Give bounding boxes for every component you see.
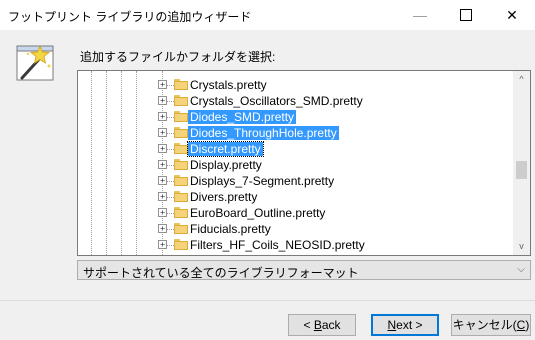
expand-plus-icon[interactable]: + xyxy=(158,176,167,185)
back-button-mnemonic: B xyxy=(313,318,322,332)
tree-item[interactable]: + Crystals.pretty xyxy=(78,77,511,93)
tree-item[interactable]: + Fiducials.pretty xyxy=(78,221,511,237)
scroll-up-arrow[interactable]: ^ xyxy=(513,71,530,88)
next-button[interactable]: Next > xyxy=(371,314,439,336)
tree-item-label[interactable]: Filters_HF_Coils_NEOSID.pretty xyxy=(188,238,367,252)
tree-item-label[interactable]: Discret.pretty xyxy=(187,141,264,157)
cancel-button[interactable]: キャンセル(C) xyxy=(451,314,531,336)
expand-plus-icon[interactable]: + xyxy=(158,224,167,233)
tree-item-label[interactable]: Crystals.pretty xyxy=(188,78,269,92)
close-icon: ✕ xyxy=(506,6,518,23)
expand-plus-icon[interactable]: + xyxy=(158,112,167,121)
tree-item-label[interactable]: Display.pretty xyxy=(188,158,264,172)
minimize-button[interactable]: — xyxy=(397,0,443,30)
expand-plus-icon[interactable]: + xyxy=(158,144,167,153)
cancel-button-prefix: キャンセル( xyxy=(452,318,517,332)
folder-icon xyxy=(174,111,188,122)
scroll-down-arrow[interactable]: v xyxy=(513,238,530,255)
folder-icon xyxy=(174,223,188,234)
tree-item-label[interactable]: Diodes_SMD.pretty xyxy=(188,110,297,124)
expand-plus-icon[interactable]: + xyxy=(158,192,167,201)
chevron-down-icon: ⌵ xyxy=(517,264,525,275)
tree-item[interactable]: + Diodes_SMD.pretty xyxy=(78,109,511,125)
folder-icon xyxy=(174,95,188,106)
next-button-mnemonic: N xyxy=(387,318,397,332)
tree-item[interactable]: + Diodes_ThroughHole.pretty xyxy=(78,125,511,141)
expand-plus-icon[interactable]: + xyxy=(158,128,167,137)
wizard-icon xyxy=(16,44,54,81)
folder-icon xyxy=(174,159,188,170)
tree-vertical-scrollbar[interactable]: ^ v xyxy=(513,71,530,255)
maximize-button[interactable] xyxy=(443,0,489,30)
folder-icon xyxy=(174,143,188,154)
minimize-icon: — xyxy=(413,7,427,23)
tree-item[interactable]: + Display.pretty xyxy=(78,157,511,173)
tree-item-label[interactable]: EuroBoard_Outline.pretty xyxy=(188,206,327,220)
expand-plus-icon[interactable]: + xyxy=(158,96,167,105)
scrollbar-thumb[interactable] xyxy=(516,161,527,179)
folder-icon xyxy=(174,207,188,218)
filter-selected-value: サポートされている全てのライブラリフォーマット xyxy=(83,266,359,280)
tree-item-label[interactable]: Divers.pretty xyxy=(188,190,259,204)
close-button[interactable]: ✕ xyxy=(489,0,535,30)
tree-item[interactable]: + Divers.pretty xyxy=(78,189,511,205)
file-format-filter-dropdown[interactable]: サポートされている全てのライブラリフォーマット ⌵ xyxy=(77,260,531,280)
expand-plus-icon[interactable]: + xyxy=(158,80,167,89)
folder-icon xyxy=(174,127,188,138)
back-button[interactable]: < Back xyxy=(288,314,356,336)
next-button-rest: ext > xyxy=(396,318,423,332)
window-title: フットプリント ライブラリの追加ウィザード xyxy=(8,10,252,24)
tree-item[interactable]: + Displays_7-Segment.pretty xyxy=(78,173,511,189)
tree-item-label[interactable]: Displays_7-Segment.pretty xyxy=(188,174,336,188)
folder-tree[interactable]: + Crystals.pretty + Crystals_Oscillators_SM… xyxy=(77,70,531,256)
expand-plus-icon[interactable]: + xyxy=(158,160,167,169)
tree-item[interactable]: + Filters_HF_Coils_NEOSID.pretty xyxy=(78,237,511,253)
tree-item[interactable]: + Crystals_Oscillators_SMD.pretty xyxy=(78,93,511,109)
tree-item-label[interactable]: Crystals_Oscillators_SMD.pretty xyxy=(188,94,365,108)
folder-icon xyxy=(174,239,188,250)
folder-icon xyxy=(174,79,188,90)
footer-divider xyxy=(0,300,535,301)
folder-icon xyxy=(174,191,188,202)
expand-plus-icon[interactable]: + xyxy=(158,208,167,217)
tree-item-label[interactable]: Diodes_ThroughHole.pretty xyxy=(188,126,339,140)
tree-item-label[interactable]: Fiducials.pretty xyxy=(188,222,273,236)
maximize-icon xyxy=(460,9,472,21)
title-bar: フットプリント ライブラリの追加ウィザード — ✕ xyxy=(0,0,535,30)
tree-item[interactable]: + Discret.pretty xyxy=(78,141,511,157)
folder-icon xyxy=(174,175,188,186)
tree-item[interactable]: + EuroBoard_Outline.pretty xyxy=(78,205,511,221)
back-button-rest: ack xyxy=(321,318,341,332)
prompt-label: 追加するファイルかフォルダを選択: xyxy=(80,50,276,64)
expand-plus-icon[interactable]: + xyxy=(158,240,167,249)
cancel-button-rest: ) xyxy=(525,318,530,332)
back-button-prefix: < xyxy=(303,318,314,332)
